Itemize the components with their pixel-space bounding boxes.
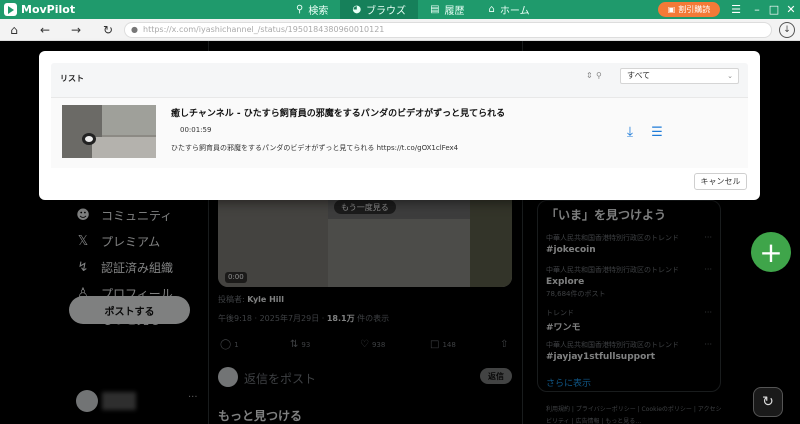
thumbnail-panda xyxy=(82,133,96,145)
tab-label: 履歴 xyxy=(444,6,465,17)
video-title: 癒しチャンネル - ひたすら飼育員の邪魔をするパンダのビデオがずっと見てられる xyxy=(171,109,506,119)
tab-history[interactable]: ▤ 履歴 xyxy=(418,0,476,19)
home-icon[interactable]: ⌂ xyxy=(6,22,22,38)
cancel-button[interactable]: キャンセル xyxy=(694,173,747,190)
list-item: 癒しチャンネル - ひたすら飼育員の邪魔をするパンダのビデオがずっと見てられる … xyxy=(51,97,748,168)
promo-label: 割引購読 xyxy=(678,5,711,14)
tab-label: 検索 xyxy=(308,6,329,17)
video-description: ひたすら飼育員の邪魔をするパンダのビデオがずっと見てられる https://t.… xyxy=(171,144,459,152)
thumbnail-window xyxy=(102,105,156,135)
tab-browse[interactable]: ◕ ブラウズ xyxy=(340,0,419,19)
url-text: https://x.com/iyashichannel_/status/1950… xyxy=(143,25,385,34)
filter-value: すべて xyxy=(627,71,651,80)
convert-icon: ↻ xyxy=(762,394,774,410)
home-icon: ⌂ xyxy=(488,4,495,15)
download-icon[interactable]: ↓ xyxy=(779,22,795,38)
settings-list-icon: ☰ xyxy=(651,124,663,140)
chevron-down-icon: ⌄ xyxy=(727,72,733,80)
filter-select[interactable]: すべて ⌄ xyxy=(620,68,739,84)
menu-icon[interactable]: ☰ xyxy=(727,0,745,19)
search-icon: ⚲ xyxy=(296,4,304,15)
movpilot-logo-icon xyxy=(4,3,17,16)
video-duration: 00:01:59 xyxy=(180,126,212,134)
video-thumbnail xyxy=(62,105,156,158)
convert-fab-button[interactable]: ↻ xyxy=(753,387,783,417)
add-fab-button[interactable]: + xyxy=(751,232,791,272)
forward-icon[interactable]: → xyxy=(68,22,84,38)
app-name: MovPilot xyxy=(21,3,76,16)
title-bar: MovPilot ⚲ 検索 ◕ ブラウズ ▤ 履歴 ⌂ ホーム ▣ 割引購読 ☰… xyxy=(0,0,800,19)
reload-icon[interactable]: ↻ xyxy=(100,22,116,38)
download-icon: ⤓ xyxy=(626,124,634,140)
back-icon[interactable]: ← xyxy=(37,22,53,38)
url-bar[interactable]: ● https://x.com/iyashichannel_/status/19… xyxy=(124,22,772,38)
search-icon[interactable]: ⚲ xyxy=(596,71,602,80)
tab-label: ブラウズ xyxy=(366,6,407,17)
dialog-title: リスト xyxy=(60,74,84,83)
sort-icon[interactable]: ⇕ xyxy=(586,71,593,80)
tab-home[interactable]: ⌂ ホーム xyxy=(477,0,542,19)
subscribe-discount-button[interactable]: ▣ 割引購読 xyxy=(658,2,720,17)
maximize-icon[interactable]: □ xyxy=(765,0,783,19)
browser-toolbar: ⌂ ← → ↻ ● https://x.com/iyashichannel_/s… xyxy=(0,19,800,41)
minimize-icon[interactable]: – xyxy=(748,0,766,19)
download-settings-button[interactable]: ☰ xyxy=(649,124,665,140)
tab-search[interactable]: ⚲ 検索 xyxy=(284,0,340,19)
lock-icon: ● xyxy=(131,25,138,34)
history-icon: ▤ xyxy=(430,4,440,15)
close-icon[interactable]: ✕ xyxy=(782,0,800,19)
list-panel: リスト ⇕ ⚲ すべて ⌄ 癒しチャンネル - ひたすら飼育員の邪魔をするパンダ… xyxy=(51,63,748,168)
top-nav: ⚲ 検索 ◕ ブラウズ ▤ 履歴 ⌂ ホーム xyxy=(284,0,542,19)
cart-icon: ▣ xyxy=(667,5,676,14)
thumbnail-floor xyxy=(92,137,156,158)
globe-icon: ◕ xyxy=(352,4,362,15)
tab-label: ホーム xyxy=(499,6,530,17)
download-button[interactable]: ⤓ xyxy=(622,124,638,140)
app-logo: MovPilot xyxy=(4,2,75,17)
download-list-dialog: リスト ⇕ ⚲ すべて ⌄ 癒しチャンネル - ひたすら飼育員の邪魔をするパンダ… xyxy=(39,51,760,200)
